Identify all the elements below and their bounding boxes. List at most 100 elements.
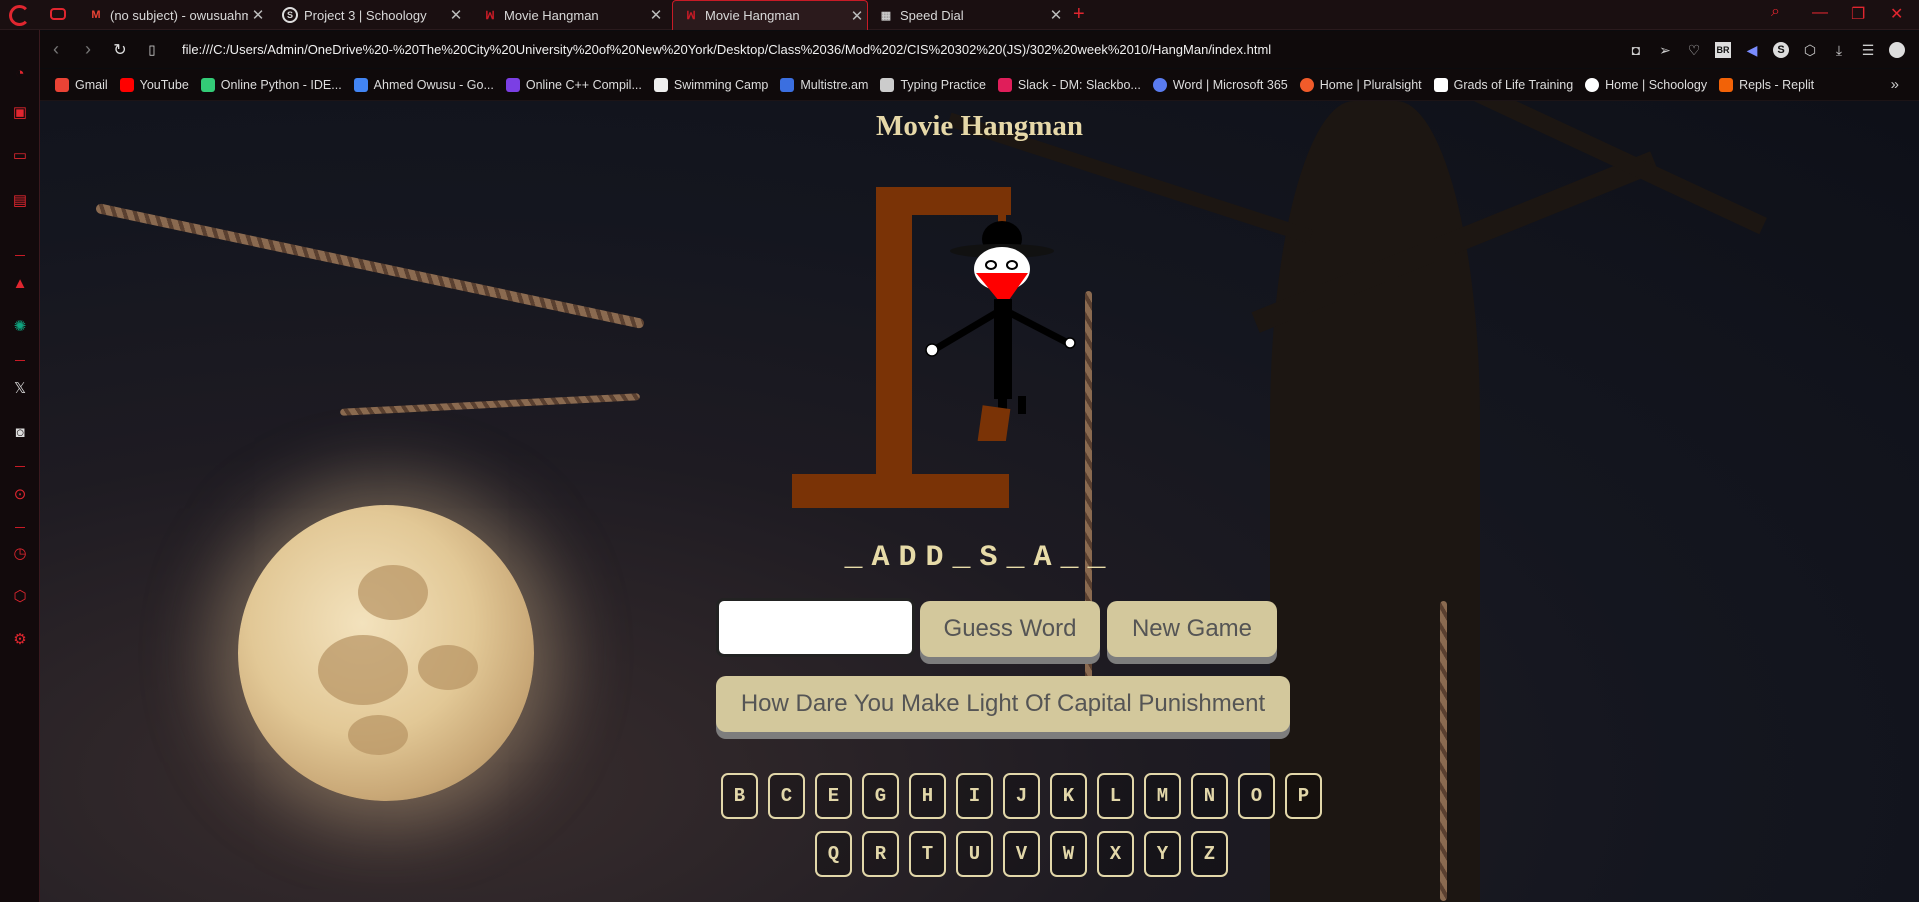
twitch-icon[interactable]: ▭ — [10, 145, 30, 165]
settings-gear-icon[interactable]: ⚙ — [10, 629, 30, 649]
page-icon — [653, 77, 668, 92]
bookmark-swimming-camp[interactable]: Swimming Camp — [653, 77, 768, 92]
tab-schoology[interactable]: S Project 3 | Schoology ✕ — [272, 0, 466, 30]
docs-icon — [353, 77, 368, 92]
letter-key-z[interactable]: Z — [1191, 831, 1228, 877]
new-game-button[interactable]: New Game — [1107, 601, 1277, 657]
close-icon[interactable]: ✕ — [646, 6, 666, 24]
x-icon[interactable]: 𝕏 — [10, 378, 30, 398]
avatar[interactable] — [1889, 41, 1905, 58]
volume-icon[interactable]: ◀ — [1744, 42, 1760, 58]
bookmark-label: Typing Practice — [900, 77, 986, 92]
extension-br-icon[interactable]: BR — [1715, 41, 1731, 58]
letter-key-w[interactable]: W — [1050, 831, 1087, 877]
letter-key-n[interactable]: N — [1191, 773, 1228, 819]
tab-gmail[interactable]: M (no subject) - owusuahmed ✕ — [78, 0, 268, 30]
letter-key-q[interactable]: Q — [815, 831, 852, 877]
download-icon[interactable]: ⤓ — [1831, 42, 1847, 58]
send-icon[interactable]: ➢ — [1657, 42, 1673, 58]
close-icon[interactable]: ✕ — [847, 7, 867, 25]
speedometer-icon[interactable]: ◔ — [10, 63, 30, 83]
bookmark-label: Online Python - IDE... — [220, 77, 342, 92]
tab-title: Movie Hangman — [705, 8, 800, 23]
tab-movie-hangman-active[interactable]: ꟽ Movie Hangman ✕ — [672, 0, 868, 30]
letter-key-g[interactable]: G — [862, 773, 899, 819]
bookmark-youtube[interactable]: YouTube — [119, 77, 189, 92]
rope — [340, 393, 640, 416]
letter-key-t[interactable]: T — [909, 831, 946, 877]
opera-gx-logo-icon[interactable] — [9, 5, 30, 26]
heart-icon[interactable]: ♡ — [1686, 42, 1702, 58]
guess-input[interactable] — [716, 598, 915, 657]
menu-icon[interactable]: ☰ — [1860, 42, 1876, 58]
letter-key-r[interactable]: R — [862, 831, 899, 877]
discord-icon[interactable]: ◙ — [10, 422, 30, 442]
letter-key-e[interactable]: E — [815, 773, 852, 819]
letter-key-m[interactable]: M — [1144, 773, 1181, 819]
restore-icon[interactable]: ❐ — [1851, 4, 1865, 24]
back-arrow-icon[interactable]: ‹ — [40, 39, 72, 60]
calendar-icon[interactable]: ▤ — [10, 190, 30, 210]
bookmark-online-python[interactable]: Online Python - IDE... — [200, 77, 342, 92]
letter-key-y[interactable]: Y — [1144, 831, 1181, 877]
letter-key-c[interactable]: C — [768, 773, 805, 819]
triangle-logo-icon[interactable]: ▲ — [10, 273, 30, 293]
play-icon[interactable]: ⊙ — [10, 484, 30, 504]
sidebar: ◔ ▣ ▭ ▤ ▲ ✺ 𝕏 ◙ ⊙ ◷ ⬡ ⚙ — [0, 30, 40, 902]
replit-icon — [1719, 77, 1734, 92]
bookmark-gmail[interactable]: Gmail — [55, 77, 108, 92]
chatgpt-icon[interactable]: ✺ — [10, 316, 30, 336]
bookmark-grads-of-life[interactable]: Grads of Life Training — [1433, 77, 1573, 92]
bookmark-multistream[interactable]: Multistre.am — [780, 77, 868, 92]
chevron-right-icon[interactable]: » — [1891, 76, 1899, 93]
close-icon[interactable]: ✕ — [248, 6, 268, 24]
letter-key-j[interactable]: J — [1003, 773, 1040, 819]
camera-icon[interactable]: ◘ — [1628, 42, 1644, 58]
tab-movie-hangman[interactable]: ꟽ Movie Hangman ✕ — [472, 0, 666, 30]
bookmark-word[interactable]: Word | Microsoft 365 — [1152, 77, 1288, 92]
cube-icon[interactable]: ⬡ — [1802, 42, 1818, 58]
tab-speed-dial[interactable]: ▦ Speed Dial ✕ — [868, 0, 1066, 30]
shield-icon — [200, 77, 215, 92]
bookmark-slack[interactable]: Slack - DM: Slackbo... — [997, 77, 1141, 92]
bookmark-pluralsight[interactable]: Home | Pluralsight — [1299, 77, 1422, 92]
letter-key-u[interactable]: U — [956, 831, 993, 877]
sidebar-divider — [15, 360, 25, 361]
letter-key-i[interactable]: I — [956, 773, 993, 819]
bookmark-google-doc[interactable]: Ahmed Owusu - Go... — [353, 77, 494, 92]
bookmark-label: Word | Microsoft 365 — [1172, 77, 1288, 92]
letter-key-x[interactable]: X — [1097, 831, 1134, 877]
letter-key-l[interactable]: L — [1097, 773, 1134, 819]
file-icon: ▯ — [148, 41, 156, 57]
page-icon — [880, 77, 895, 92]
gmail-icon — [55, 77, 69, 92]
close-icon[interactable]: ✕ — [1046, 6, 1066, 24]
bookmark-typing-practice[interactable]: Typing Practice — [880, 77, 986, 92]
letter-key-p[interactable]: P — [1285, 773, 1322, 819]
letter-key-k[interactable]: K — [1050, 773, 1087, 819]
reload-icon[interactable]: ↻ — [104, 40, 136, 60]
new-tab-plus-icon[interactable]: + — [1073, 3, 1085, 26]
letter-key-b[interactable]: B — [721, 773, 758, 819]
close-icon[interactable]: ✕ — [446, 6, 466, 24]
close-window-icon[interactable]: ✕ — [1890, 4, 1903, 24]
message-button[interactable]: How Dare You Make Light Of Capital Punis… — [716, 676, 1290, 732]
letter-key-h[interactable]: H — [909, 773, 946, 819]
address-bar: ‹ › ↻ ▯ file:///C:/Users/Admin/OneDrive%… — [40, 31, 1919, 68]
url-field[interactable]: file:///C:/Users/Admin/OneDrive%20-%20Th… — [182, 42, 1628, 57]
letter-key-v[interactable]: V — [1003, 831, 1040, 877]
guess-word-button[interactable]: Guess Word — [920, 601, 1100, 657]
gmail-icon: M — [91, 9, 101, 21]
forward-arrow-icon[interactable]: › — [72, 39, 104, 60]
bookmark-schoology[interactable]: Home | Schoology — [1585, 77, 1707, 92]
clock-icon[interactable]: ◷ — [10, 543, 30, 563]
search-icon[interactable]: ⌕ — [1771, 3, 1780, 21]
shopping-bag-icon[interactable]: ▣ — [10, 102, 30, 122]
bookmark-replit[interactable]: Repls - Replit — [1719, 77, 1814, 92]
tab-tag-icon[interactable] — [50, 8, 66, 20]
cube-icon[interactable]: ⬡ — [10, 586, 30, 606]
bookmark-online-cpp[interactable]: Online C++ Compil... — [505, 77, 642, 92]
minimize-icon[interactable]: — — [1812, 4, 1828, 22]
letter-key-o[interactable]: O — [1238, 773, 1275, 819]
extension-s-icon[interactable]: S — [1773, 41, 1789, 58]
